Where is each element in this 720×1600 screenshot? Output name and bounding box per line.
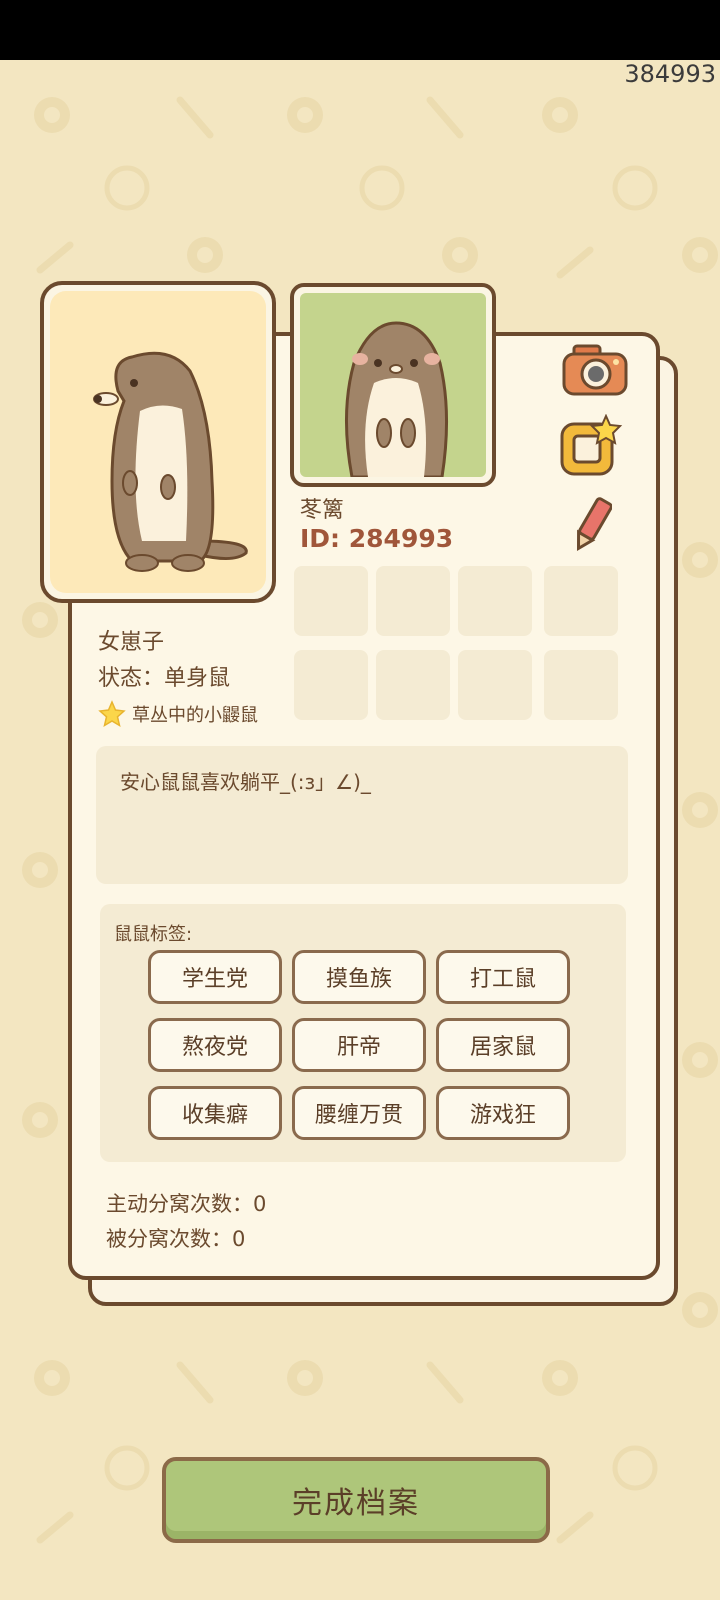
profile-avatar-small[interactable] xyxy=(290,283,496,487)
tag-button[interactable]: 肝帝 xyxy=(292,1018,426,1072)
star-icon xyxy=(98,700,126,728)
item-slot[interactable] xyxy=(294,650,368,720)
profile-portrait-large[interactable] xyxy=(40,281,276,603)
tag-button[interactable]: 学生党 xyxy=(148,950,282,1004)
corner-id-text: 384993 xyxy=(624,60,716,88)
tag-button[interactable]: 摸鱼族 xyxy=(292,950,426,1004)
otter-front-illustration xyxy=(344,321,449,477)
item-slot[interactable] xyxy=(544,650,618,720)
profile-name: 苳篱 xyxy=(300,498,345,523)
active-split-count: 主动分窝次数：0 xyxy=(106,1192,267,1216)
item-slot[interactable] xyxy=(458,650,532,720)
frame-badge-button[interactable] xyxy=(558,414,624,478)
item-slot[interactable] xyxy=(376,566,450,636)
camera-icon xyxy=(562,344,628,396)
rank-label: 草丛中的小鼹鼠 xyxy=(132,705,258,726)
tags-panel: 鼠鼠标签: 学生党 摸鱼族 打工鼠 熬夜党 肝帝 居家鼠 收集癖 腰缠万贯 游戏… xyxy=(100,904,626,1162)
rank-row: 草丛中的小鼹鼠 xyxy=(98,700,258,728)
status-bar xyxy=(0,0,720,60)
star-frame-icon xyxy=(560,414,623,476)
tag-button[interactable]: 收集癖 xyxy=(148,1086,282,1140)
item-slot[interactable] xyxy=(376,650,450,720)
pencil-icon xyxy=(576,497,612,552)
tags-title: 鼠鼠标签: xyxy=(114,924,193,945)
item-slot[interactable] xyxy=(458,566,532,636)
tag-button[interactable]: 游戏狂 xyxy=(436,1086,570,1140)
camera-button[interactable] xyxy=(560,342,630,400)
passive-split-count: 被分窝次数：0 xyxy=(106,1227,246,1251)
tag-button[interactable]: 居家鼠 xyxy=(436,1018,570,1072)
item-slot[interactable] xyxy=(294,566,368,636)
tag-button[interactable]: 打工鼠 xyxy=(436,950,570,1004)
relationship-status: 状态：单身鼠 xyxy=(98,666,231,691)
tag-button[interactable]: 腰缠万贯 xyxy=(292,1086,426,1140)
otter-side-illustration xyxy=(93,351,248,572)
bio-box[interactable]: 安心鼠鼠喜欢躺平_(:з」∠)_ xyxy=(96,746,628,884)
tag-button[interactable]: 熬夜党 xyxy=(148,1018,282,1072)
complete-profile-button[interactable]: 完成档案 xyxy=(162,1457,550,1543)
gender-label: 女崽子 xyxy=(98,630,165,655)
item-slot[interactable] xyxy=(544,566,618,636)
bio-text: 安心鼠鼠喜欢躺平_(:з」∠)_ xyxy=(120,770,371,794)
profile-id: ID: 284993 xyxy=(300,524,454,553)
item-slots-grid xyxy=(294,566,624,722)
edit-button[interactable] xyxy=(572,496,612,554)
